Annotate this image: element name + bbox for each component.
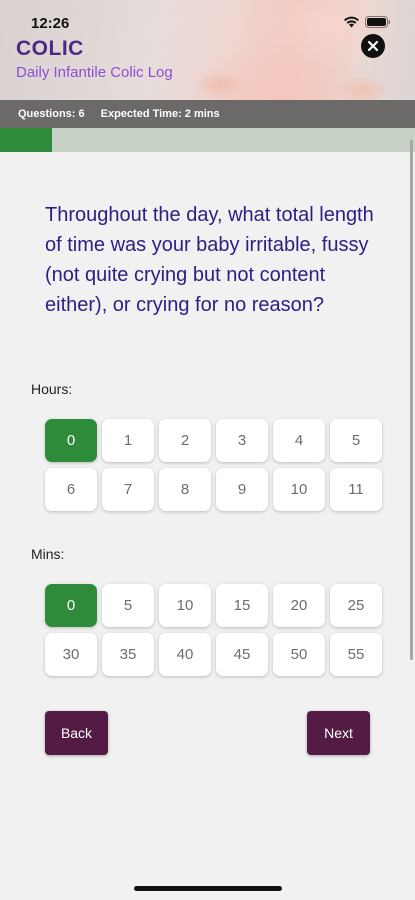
back-button[interactable]: Back <box>45 711 108 755</box>
hours-picker: 0 1 2 3 4 5 6 7 8 9 10 11 <box>45 419 382 511</box>
mins-option-15[interactable]: 15 <box>216 584 268 627</box>
questions-count: Questions: 6 <box>18 108 85 120</box>
hours-option-9[interactable]: 9 <box>216 468 268 511</box>
banner-photo-shape <box>195 70 245 100</box>
hours-option-8[interactable]: 8 <box>159 468 211 511</box>
mins-option-0[interactable]: 0 <box>45 584 97 627</box>
hours-option-0[interactable]: 0 <box>45 419 97 462</box>
hours-option-7[interactable]: 7 <box>102 468 154 511</box>
hours-option-10[interactable]: 10 <box>273 468 325 511</box>
status-icons <box>343 16 391 28</box>
mins-picker: 0 5 10 15 20 25 30 35 40 45 50 55 <box>45 584 382 676</box>
wifi-icon <box>343 16 360 28</box>
hours-option-4[interactable]: 4 <box>273 419 325 462</box>
header-banner: 12:26 COLIC Daily Infantile Colic Log <box>0 0 415 100</box>
progress-bar <box>0 128 415 152</box>
mins-option-40[interactable]: 40 <box>159 633 211 676</box>
app-subtitle: Daily Infantile Colic Log <box>16 64 173 81</box>
mins-option-30[interactable]: 30 <box>45 633 97 676</box>
info-bar: Questions: 6 Expected Time: 2 mins <box>0 100 415 128</box>
banner-photo-shape <box>335 75 390 100</box>
expected-time: Expected Time: 2 mins <box>100 108 220 120</box>
battery-icon <box>365 16 391 28</box>
mins-option-50[interactable]: 50 <box>273 633 325 676</box>
status-time: 12:26 <box>31 15 70 32</box>
mins-label: Mins: <box>31 546 65 562</box>
progress-fill <box>0 128 52 152</box>
mins-option-20[interactable]: 20 <box>273 584 325 627</box>
mins-option-25[interactable]: 25 <box>330 584 382 627</box>
next-button[interactable]: Next <box>307 711 370 755</box>
hours-label: Hours: <box>31 381 73 397</box>
mins-option-10[interactable]: 10 <box>159 584 211 627</box>
hours-option-11[interactable]: 11 <box>330 468 382 511</box>
mins-option-35[interactable]: 35 <box>102 633 154 676</box>
close-button[interactable] <box>361 34 385 58</box>
mins-option-5[interactable]: 5 <box>102 584 154 627</box>
question-text: Throughout the day, what total length of… <box>45 204 374 316</box>
hours-option-6[interactable]: 6 <box>45 468 97 511</box>
mins-option-45[interactable]: 45 <box>216 633 268 676</box>
hours-option-3[interactable]: 3 <box>216 419 268 462</box>
close-icon <box>367 40 379 52</box>
mins-option-55[interactable]: 55 <box>330 633 382 676</box>
home-indicator[interactable] <box>134 886 282 891</box>
hours-option-2[interactable]: 2 <box>159 419 211 462</box>
hours-option-5[interactable]: 5 <box>330 419 382 462</box>
scroll-indicator[interactable] <box>410 140 413 660</box>
app-title: COLIC <box>16 37 84 60</box>
hours-option-1[interactable]: 1 <box>102 419 154 462</box>
